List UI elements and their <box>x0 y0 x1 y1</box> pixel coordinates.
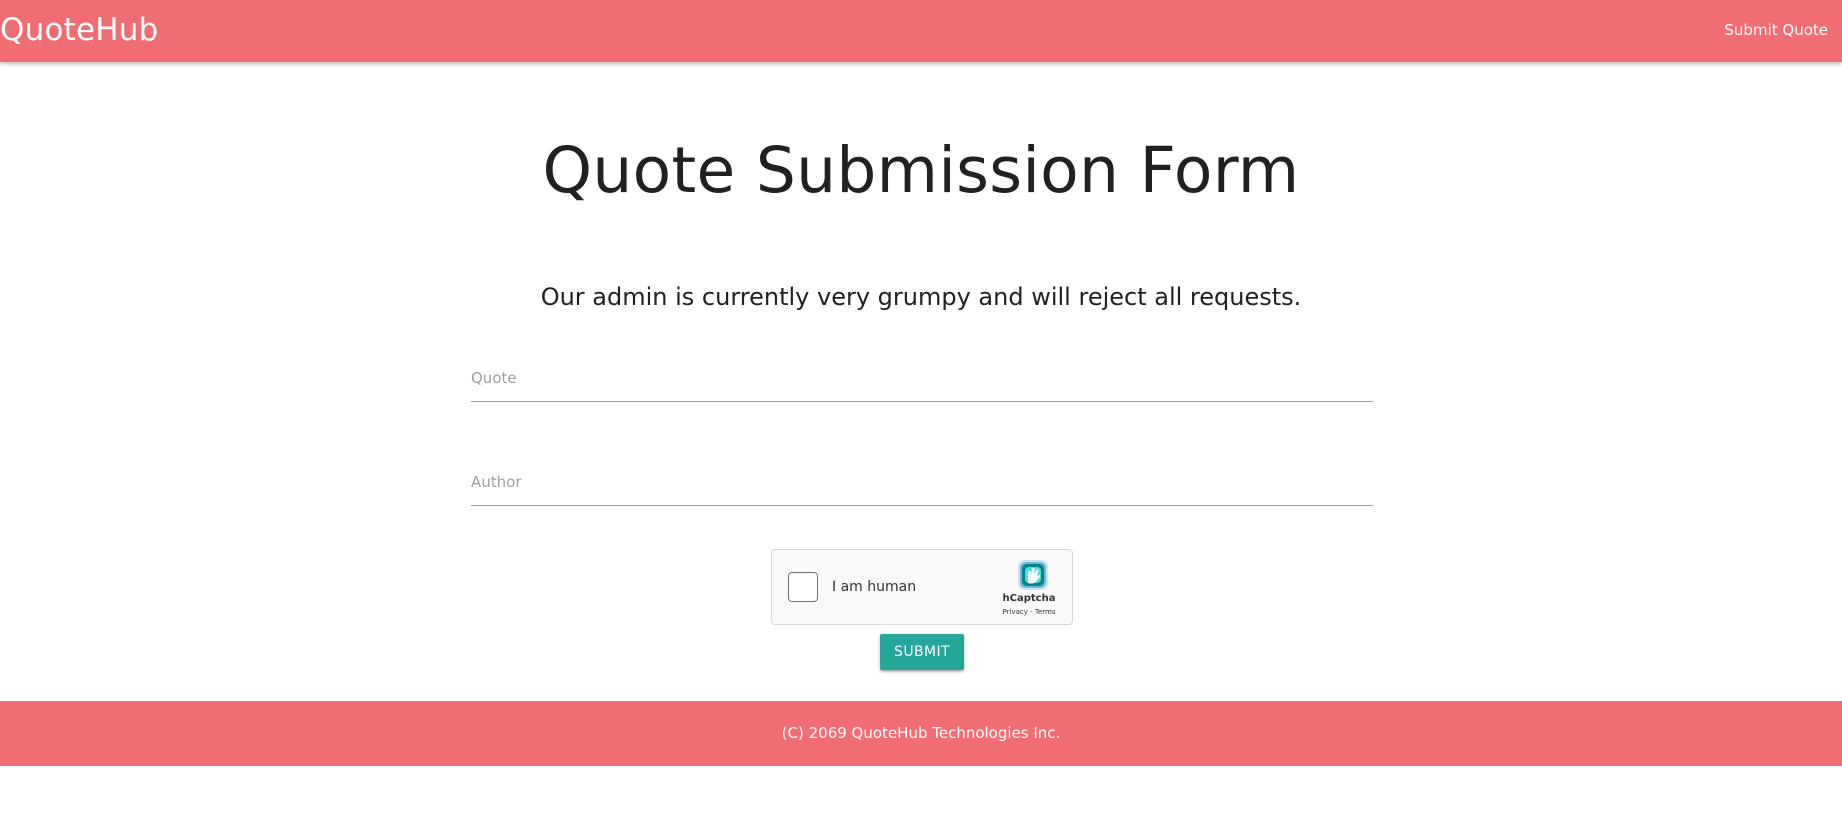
captcha-brand-label: hCaptcha <box>1002 593 1056 604</box>
captcha-terms-link[interactable]: Terms <box>1035 608 1056 616</box>
brand-logo-link[interactable]: QuoteHub <box>0 0 158 60</box>
captcha-link-separator: - <box>1027 608 1035 616</box>
footer-copyright: (C) 2069 QuoteHub Technologies Inc. <box>781 724 1061 742</box>
captcha-privacy-link[interactable]: Privacy <box>1003 608 1028 616</box>
captcha-label: I am human <box>832 579 917 595</box>
hcaptcha-widget: I am human hCaptcha Privacy - Terms <box>771 549 1073 625</box>
page-subtitle: Our admin is currently very grumpy and w… <box>540 283 1302 311</box>
nav-link-submit-quote[interactable]: Submit Quote <box>1712 0 1840 60</box>
captcha-links: Privacy - Terms <box>984 608 1074 617</box>
hcaptcha-logo-icon <box>1018 560 1048 590</box>
quote-input[interactable] <box>471 354 1373 402</box>
navbar: QuoteHub Submit Quote <box>0 0 1842 62</box>
captcha-checkbox[interactable] <box>788 572 818 602</box>
quote-field <box>471 354 1373 402</box>
footer: (C) 2069 QuoteHub Technologies Inc. <box>0 701 1842 766</box>
author-input[interactable] <box>471 458 1373 506</box>
submit-button[interactable]: Submit <box>880 634 964 670</box>
author-field <box>471 458 1373 506</box>
page-title: Quote Submission Form <box>542 134 1300 207</box>
